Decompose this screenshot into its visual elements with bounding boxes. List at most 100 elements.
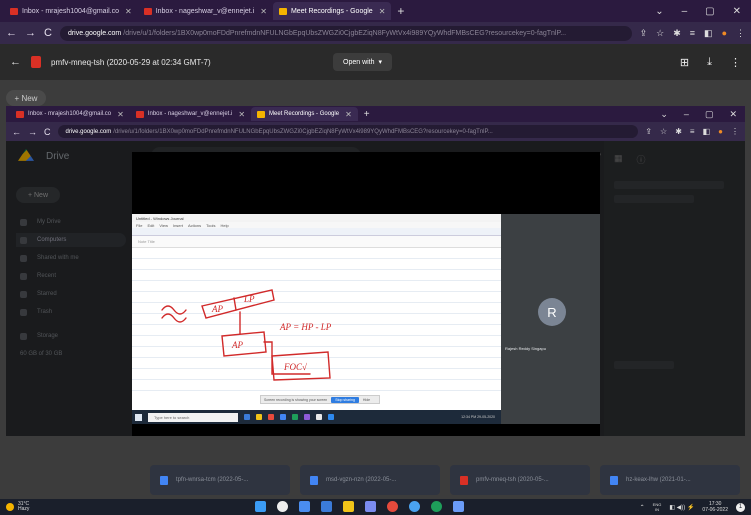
file-card[interactable]: msd-vgzn-nzn (2022-05-... [300,465,440,495]
windows-start-icon [135,413,142,421]
profile-icon[interactable]: ● [722,28,727,39]
windows-start-icon[interactable] [255,501,266,512]
extension-icons: ⇪ ☆ ✱ ≡ ◧ ● ⋮ [645,127,739,136]
add-shortcut-icon[interactable]: ⊞ [680,56,689,69]
inner-address-bar: ← → C drive.google.com /drive/u/1/folder… [6,122,745,141]
menu-help: Help [220,222,229,228]
outer-recent-files: tpfn-wnrsa-tcm (2022-05-... msd-vgzn-nzn… [150,465,740,495]
menu-edit: Edit [147,222,155,228]
office-icon [268,414,274,420]
window-controls: ⌄ – ▢ ✕ [660,109,745,120]
reading-list-icon[interactable]: ≡ [690,28,695,39]
stop-sharing-button[interactable]: Stop sharing [331,396,359,403]
url-input[interactable]: drive.google.com /drive/u/1/folders/1BX0… [57,125,639,138]
whatsapp-icon[interactable] [431,501,442,512]
share-icon[interactable]: ⇪ [640,28,648,39]
new-tab-button[interactable]: + [397,4,404,18]
outer-new-button[interactable]: + New [6,90,46,106]
share-icon[interactable]: ⇪ [645,127,652,136]
widgets-icon[interactable] [321,501,332,512]
inner-tab-gmail-2[interactable]: Inbox - nageshwar_v@ennejet.i ✕ [130,107,251,121]
outer-tab-gmail-1[interactable]: Inbox - mrajesh1004@gmail.co ✕ [4,2,138,20]
tab-search-icon[interactable]: ⌄ [655,6,663,17]
tray-overflow-icon[interactable]: ⌃ [640,504,645,511]
close-icon[interactable]: ✕ [238,110,245,119]
hide-button[interactable]: Hide [363,398,370,402]
recording-video-frame[interactable]: Untitled - Windows Journal File Edit Vie… [132,152,600,436]
chrome-icon[interactable] [387,501,398,512]
url-host: drive.google.com [67,29,122,37]
edge-icon[interactable] [409,501,420,512]
forward-button[interactable]: → [25,27,36,39]
menu-icon[interactable]: ⋮ [736,28,745,39]
bookmark-star-icon[interactable]: ☆ [660,127,667,136]
explorer-icon [256,414,262,420]
taskbar-apps [255,501,464,512]
extension-icon[interactable]: ✱ [673,28,681,39]
outlook-icon[interactable] [453,501,464,512]
close-icon[interactable]: ✕ [260,7,267,16]
open-with-button[interactable]: Open with ▾ [333,53,393,71]
sidepanel-icon[interactable]: ◧ [704,28,713,39]
excel-icon [292,414,298,420]
viewer-actions: ⊞ ⤓ ⋮ [680,56,741,69]
minimize-button[interactable]: – [684,109,689,120]
window-controls: ⌄ – ▢ ✕ [655,6,751,17]
participant-name: Rajesh Reddy Singapu [505,346,546,351]
reload-button[interactable]: C [44,27,52,39]
forward-button[interactable]: → [28,127,37,137]
sketch-formula: AP = HP - LP [279,322,332,332]
extension-icon[interactable]: ✱ [675,127,682,136]
minimize-button[interactable]: – [682,6,688,17]
new-tab-button[interactable]: + [364,109,370,120]
close-window-button[interactable]: ✕ [729,109,737,120]
url-input[interactable]: drive.google.com /drive/u/1/folders/1BX0… [59,25,632,41]
file-card-label: hz-keax-lhw (2021-01-... [626,477,691,483]
video-file-icon [610,475,618,485]
file-card[interactable]: tpfn-wnrsa-tcm (2022-05-... [150,465,290,495]
taskview-icon[interactable] [299,501,310,512]
maximize-button[interactable]: ▢ [705,6,714,17]
close-icon[interactable]: ✕ [379,7,386,16]
inner-tab-gmail-1[interactable]: Inbox - mrajesh1004@gmail.co ✕ [10,107,130,121]
bookmark-star-icon[interactable]: ☆ [656,28,664,39]
maximize-button[interactable]: ▢ [705,109,714,120]
more-options-icon[interactable]: ⋮ [730,56,741,69]
search-icon[interactable] [277,501,288,512]
sketch-label-lp: LP [243,294,255,304]
menu-icon[interactable]: ⋮ [731,127,739,136]
url-path: /drive/u/1/folders/1BX0wp0moFDdPnrefmdnN… [113,128,493,135]
language-indicator[interactable]: ENG IN [653,502,662,512]
notification-badge[interactable]: 1 [736,502,745,512]
reload-button[interactable]: C [44,127,51,137]
close-icon[interactable]: ✕ [345,110,352,119]
back-button[interactable]: ← [12,127,21,137]
handwritten-sketch: AP LP AP AP = HP - LP FOC√ [161,289,332,381]
tab-label: Inbox - mrajesh1004@gmail.co [22,7,119,15]
weather-widget[interactable]: 31°C Hazy [0,502,29,512]
inner-tab-drive[interactable]: Meet Recordings - Google ✕ [251,107,358,121]
network-volume-battery-icons[interactable]: ◧ ◀)) ⚡ [669,504,694,511]
close-icon[interactable]: ✕ [117,110,124,119]
video-file-icon [160,475,168,485]
close-window-button[interactable]: ✕ [733,6,741,17]
shared-clock: 12:34 PM 29-05-2020 [461,415,495,419]
file-card[interactable]: pmfv-mneq-tsh (2020-05-... [450,465,590,495]
back-arrow-icon[interactable]: ← [10,56,21,68]
reading-list-icon[interactable]: ≡ [690,127,695,136]
video-file-icon [310,475,318,485]
download-icon[interactable]: ⤓ [707,56,712,69]
outer-tab-gmail-2[interactable]: Inbox - nageshwar_v@ennejet.i ✕ [138,2,273,20]
close-icon[interactable]: ✕ [125,7,132,16]
menu-view: View [159,222,168,228]
profile-icon[interactable]: ● [718,127,723,136]
journal-canvas: AP LP AP AP = HP - LP FOC√ Screen record… [132,248,501,404]
back-button[interactable]: ← [6,27,17,39]
tab-search-icon[interactable]: ⌄ [660,109,668,120]
system-clock[interactable]: 17:30 07-06-2022 [702,501,728,513]
file-card[interactable]: hz-keax-lhw (2021-01-... [600,465,740,495]
file-explorer-icon[interactable] [343,501,354,512]
teams-icon[interactable] [365,501,376,512]
outer-tab-drive[interactable]: Meet Recordings - Google ✕ [272,2,392,20]
sidepanel-icon[interactable]: ◧ [703,127,711,136]
